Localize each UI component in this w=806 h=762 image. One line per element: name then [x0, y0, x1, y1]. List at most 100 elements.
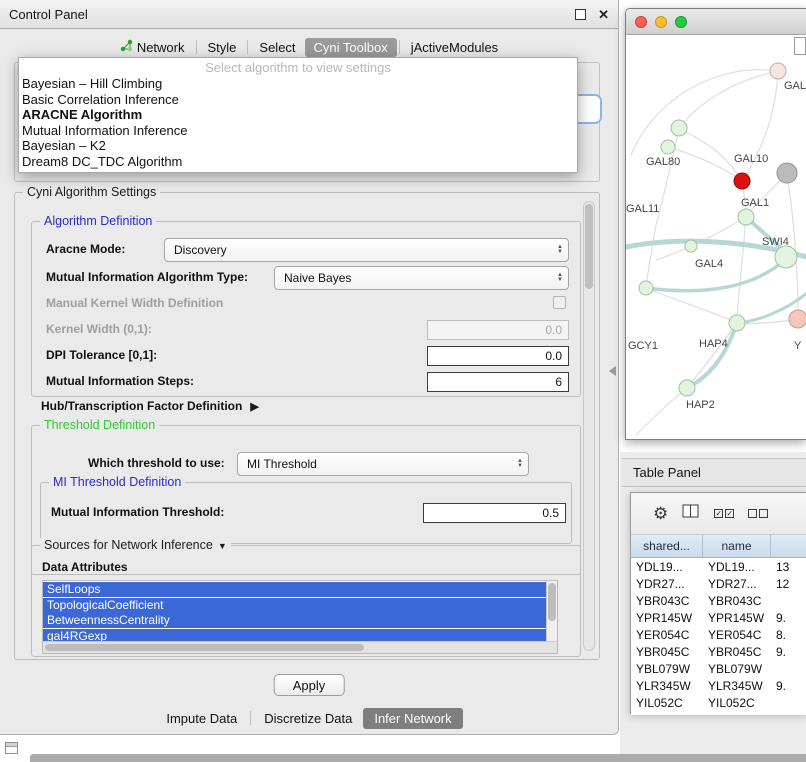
table-row[interactable]: YBL079WYBL079W	[631, 660, 806, 677]
checked-box-icon: ✓	[725, 509, 734, 518]
dpi-tolerance-field[interactable]: 0.0	[427, 346, 569, 366]
mi-algorithm-type-select[interactable]: Naive Bayes ▲▼	[274, 266, 569, 290]
deselect-all-icon[interactable]	[748, 509, 768, 518]
algorithm-definition-title: Algorithm Definition	[40, 214, 156, 228]
table-row[interactable]: YDR27...YDR27...12	[631, 575, 806, 592]
mini-window-titlebar	[6, 743, 17, 747]
dropdown-placeholder: Select algorithm to view settings	[19, 60, 577, 76]
zoom-traffic-light-icon[interactable]	[675, 16, 687, 28]
tab-cyni-toolbox-label: Cyni Toolbox	[314, 40, 388, 55]
scrollbar-thumb[interactable]	[45, 644, 364, 651]
tab-impute-data[interactable]: Impute Data	[155, 708, 248, 729]
close-icon[interactable]: ✕	[598, 8, 609, 21]
mi-threshold-field[interactable]: 0.5	[423, 503, 566, 523]
node[interactable]	[671, 120, 687, 136]
tab-select[interactable]: Select	[250, 38, 304, 57]
control-panel-titlebar: Control Panel ✕	[0, 0, 618, 29]
tab-discretize-data[interactable]: Discretize Data	[253, 708, 363, 729]
table-row[interactable]: YBR043CYBR043C	[631, 592, 806, 609]
table-row[interactable]: YLR345WYLR345W9.	[631, 677, 806, 694]
gear-icon[interactable]: ⚙	[653, 505, 668, 522]
apply-button[interactable]: Apply	[274, 674, 345, 696]
node-label: GAL11	[626, 203, 659, 215]
table-row[interactable]: YBR045CYBR045C9.	[631, 643, 806, 660]
table-body: YDL19...YDL19...13 YDR27...YDR27...12 YB…	[631, 558, 806, 715]
table-row[interactable]: YIL052CYIL052C	[631, 694, 806, 711]
tab-network-label: Network	[137, 40, 185, 55]
node-hap4[interactable]	[729, 315, 745, 331]
column-header-cut[interactable]	[771, 535, 806, 557]
dropdown-item[interactable]: Mutual Information Inference	[19, 123, 577, 139]
mi-steps-field[interactable]: 6	[427, 372, 569, 392]
list-item[interactable]: gal4RGexp	[43, 629, 546, 642]
dropdown-item[interactable]: Dream8 DC_TDC Algorithm	[19, 154, 577, 170]
tab-style[interactable]: Style	[199, 38, 246, 57]
disclosure-down-icon: ▼	[218, 541, 227, 551]
table-row[interactable]: YER054CYER054C8.	[631, 626, 806, 643]
list-item[interactable]: TopologicalCoefficient	[43, 598, 546, 613]
float-window-icon[interactable]	[575, 9, 586, 20]
columns-icon[interactable]	[682, 504, 700, 523]
close-traffic-light-icon[interactable]	[635, 16, 647, 28]
node-pink[interactable]	[770, 63, 786, 79]
node-gray[interactable]	[777, 163, 797, 183]
tab-select-label: Select	[259, 40, 295, 55]
mi-steps-label: Mutual Information Steps:	[46, 370, 194, 392]
minimize-traffic-light-icon[interactable]	[655, 16, 667, 28]
dropdown-item[interactable]: Basic Correlation Inference	[19, 92, 577, 108]
data-attributes-label: Data Attributes	[42, 556, 128, 578]
aracne-mode-label: Aracne Mode:	[46, 238, 125, 260]
tab-jactivemodules-label: jActiveModules	[411, 40, 498, 55]
minimized-panel-icon[interactable]	[5, 742, 18, 754]
network-canvas[interactable]: GAL GAL80 GAL10 GAL11 GAL1 SWI4 GAL4 GCY…	[626, 35, 806, 440]
sources-group: Sources for Network Inference▼ Data Attr…	[31, 545, 581, 657]
attribute-list-vertical-scrollbar[interactable]	[546, 581, 557, 641]
hub-factor-expander[interactable]: Hub/Transcription Factor Definition ▶	[41, 399, 259, 413]
node-label: GAL10	[734, 153, 768, 165]
dropdown-item-selected[interactable]: ARACNE Algorithm	[19, 107, 577, 123]
node[interactable]	[639, 281, 653, 295]
checked-box-icon: ✓	[714, 509, 723, 518]
table-panel-header: Table Panel	[622, 458, 806, 487]
dropdown-item[interactable]: Bayesian – Hill Climbing	[19, 76, 577, 92]
node-label: GCY1	[628, 340, 658, 352]
node-label: Y	[794, 340, 802, 352]
table-panel-title: Table Panel	[633, 465, 701, 480]
node-label: GAL4	[695, 258, 723, 270]
aracne-mode-select[interactable]: Discovery ▲▼	[164, 238, 569, 262]
kernel-width-field[interactable]: 0.0	[427, 320, 569, 340]
which-threshold-select[interactable]: MI Threshold ▲▼	[237, 452, 529, 476]
control-panel-title: Control Panel	[9, 7, 88, 22]
node-red-gal10[interactable]	[734, 173, 750, 189]
attribute-items: SelfLoops TopologicalCoefficient Between…	[43, 581, 546, 641]
mi-threshold-label: Mutual Information Threshold:	[51, 501, 224, 523]
scrollbar-thumb[interactable]	[548, 583, 556, 621]
attribute-list-horizontal-scrollbar[interactable]	[43, 641, 557, 653]
sources-group-title[interactable]: Sources for Network Inference▼	[40, 538, 231, 552]
list-item[interactable]: SelfLoops	[43, 582, 546, 597]
column-header-shared[interactable]: shared...	[631, 535, 703, 557]
mi-type-label: Mutual Information Algorithm Type:	[46, 266, 248, 288]
table-row[interactable]: YPR145WYPR145W9.	[631, 609, 806, 626]
column-header-name[interactable]: name	[703, 535, 771, 557]
tab-infer-network[interactable]: Infer Network	[363, 708, 462, 729]
dropdown-item[interactable]: Bayesian – K2	[19, 138, 577, 154]
select-all-icon[interactable]: ✓ ✓	[714, 509, 734, 518]
node-gal1[interactable]	[738, 209, 754, 225]
scrollbar-thumb[interactable]	[585, 204, 593, 289]
node-label: HAP2	[686, 399, 715, 411]
node-gal4[interactable]	[685, 240, 697, 252]
table-row[interactable]: YDL19...YDL19...13	[631, 558, 806, 575]
list-item[interactable]: BetweennessCentrality	[43, 613, 546, 628]
panel-collapse-arrow-icon[interactable]	[609, 366, 616, 376]
tab-jactivemodules[interactable]: jActiveModules	[402, 38, 507, 57]
node-salmon[interactable]	[789, 310, 806, 328]
node-swi4[interactable]	[775, 246, 797, 268]
tab-network[interactable]: Network	[111, 37, 194, 57]
tab-cyni-toolbox[interactable]: Cyni Toolbox	[305, 38, 397, 57]
combo-arrows-icon: ▲▼	[512, 459, 528, 469]
node-hap2[interactable]	[679, 380, 695, 396]
settings-vertical-scrollbar[interactable]	[583, 201, 595, 651]
manual-kernel-checkbox[interactable]	[553, 296, 566, 309]
node-gal80[interactable]	[661, 140, 675, 154]
